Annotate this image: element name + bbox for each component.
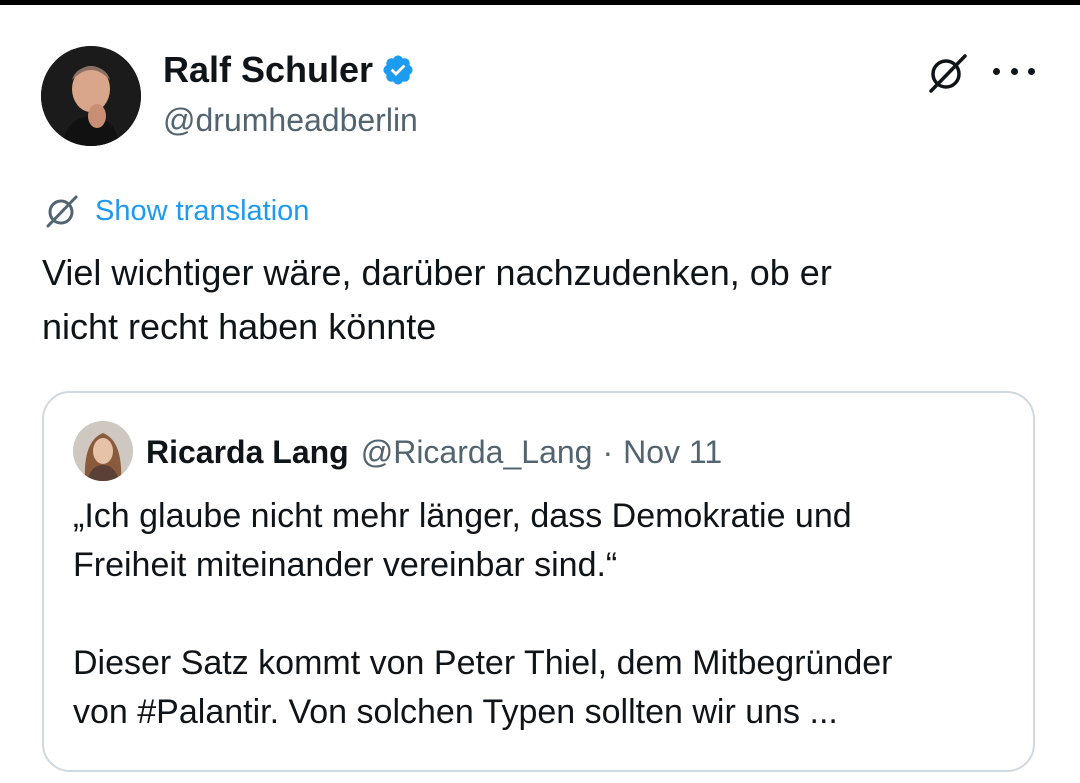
more-dot [1010,67,1018,75]
author-name-row[interactable]: Ralf Schuler [163,48,415,92]
author-avatar[interactable] [41,46,141,146]
quote-date[interactable]: Nov 11 [623,434,722,471]
tweet-text-line: Viel wichtiger wäre, darüber nachzudenke… [42,252,832,293]
more-dot [993,67,1000,75]
top-border [0,0,1080,5]
tweet-text: Viel wichtiger wäre, darüber nachzudenke… [42,246,1032,354]
verified-badge-icon [383,55,413,85]
grok-icon[interactable] [925,50,971,96]
quote-text-line: Freiheit miteinander vereinbar sind.“ [73,546,618,584]
quote-author-avatar[interactable] [73,421,133,481]
quote-text-line: „Ich glaube nicht mehr länger, dass Demo… [73,497,852,535]
quote-header: Ricarda Lang @Ricarda_Lang · Nov 11 [146,430,722,474]
quote-author-handle[interactable]: @Ricarda_Lang [361,434,593,471]
more-options-icon[interactable] [993,64,1035,78]
translate-grok-icon [46,195,78,228]
show-translation-link[interactable]: Show translation [95,195,309,228]
quote-author-name[interactable]: Ricarda Lang [146,434,349,471]
more-dot [1028,67,1035,75]
translate-row[interactable]: Show translation [43,190,309,232]
quote-text-line: von #Palantir. Von solchen Typen sollten… [73,693,838,731]
quote-avatar-image [73,421,133,481]
quote-separator: · [602,433,614,470]
author-handle[interactable]: @drumheadberlin [163,100,418,140]
author-avatar-image [41,46,141,146]
quote-text: „Ich glaube nicht mehr länger, dass Demo… [73,492,1003,737]
quote-text-line: Dieser Satz kommt von Peter Thiel, dem M… [73,644,893,682]
author-name[interactable]: Ralf Schuler [163,48,373,92]
tweet-text-line: nicht recht haben könnte [42,306,437,347]
